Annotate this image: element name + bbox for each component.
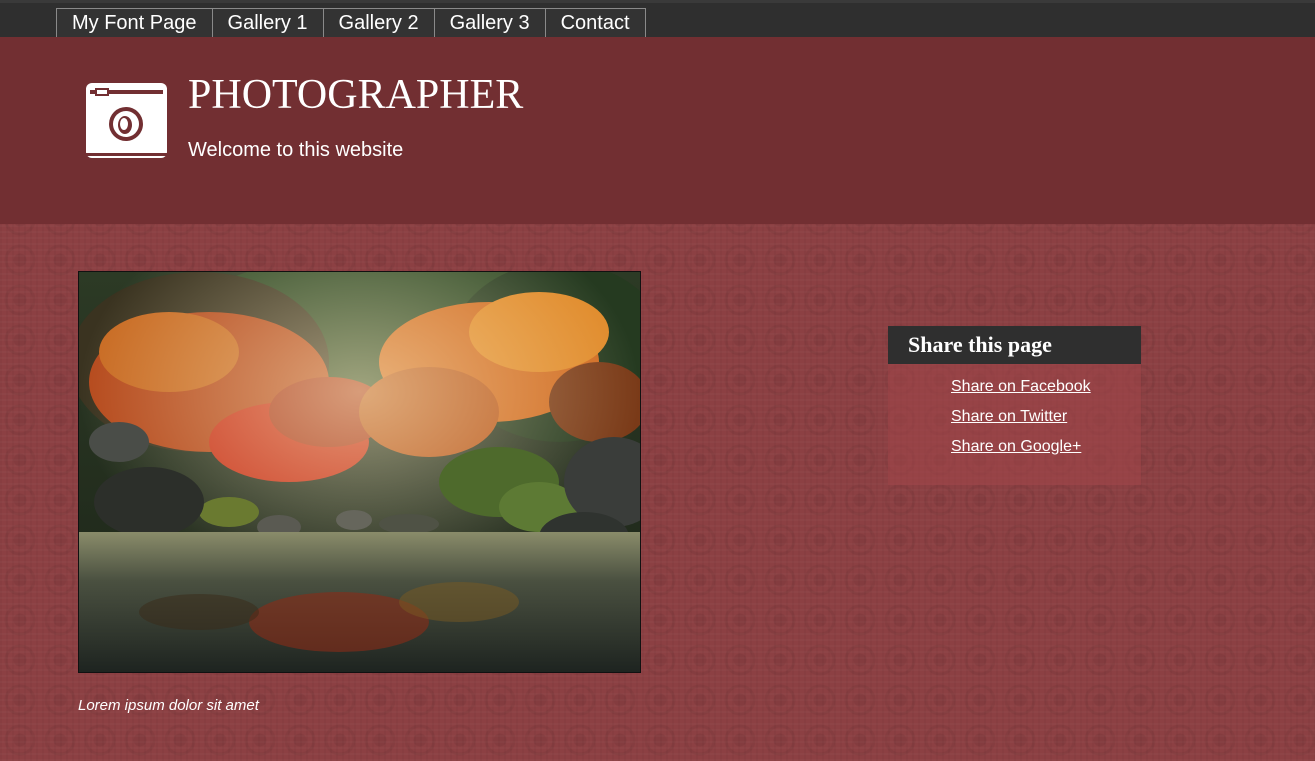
photo-caption: Lorem ipsum dolor sit amet <box>78 697 259 714</box>
site-title: PHOTOGRAPHER <box>188 72 524 118</box>
list-item: Share on Google+ <box>951 436 1141 466</box>
share-google-plus-link[interactable]: Share on Google+ <box>951 438 1081 455</box>
list-item: Share on Twitter <box>951 406 1141 436</box>
nav-item-gallery-3[interactable]: Gallery 3 <box>433 8 546 39</box>
share-links: Share on Facebook Share on Twitter Share… <box>888 364 1141 466</box>
nav-item-contact[interactable]: Contact <box>544 8 646 39</box>
gallery-photo[interactable] <box>78 271 641 673</box>
main-nav: My Font Page Gallery 1 Gallery 2 Gallery… <box>56 8 646 39</box>
share-twitter-link[interactable]: Share on Twitter <box>951 408 1067 425</box>
site-header: PHOTOGRAPHER Welcome to this website <box>0 37 1315 224</box>
list-item: Share on Facebook <box>951 376 1141 406</box>
camera-icon[interactable] <box>85 77 168 160</box>
share-panel: Share this page Share on Facebook Share … <box>888 326 1141 485</box>
nav-item-my-font-page[interactable]: My Font Page <box>56 8 213 39</box>
top-navigation-bar: My Font Page Gallery 1 Gallery 2 Gallery… <box>0 0 1315 39</box>
share-panel-title: Share this page <box>888 326 1141 364</box>
share-facebook-link[interactable]: Share on Facebook <box>951 378 1091 395</box>
nav-item-gallery-1[interactable]: Gallery 1 <box>211 8 324 39</box>
site-tagline: Welcome to this website <box>188 139 404 161</box>
nav-item-gallery-2[interactable]: Gallery 2 <box>322 8 435 39</box>
